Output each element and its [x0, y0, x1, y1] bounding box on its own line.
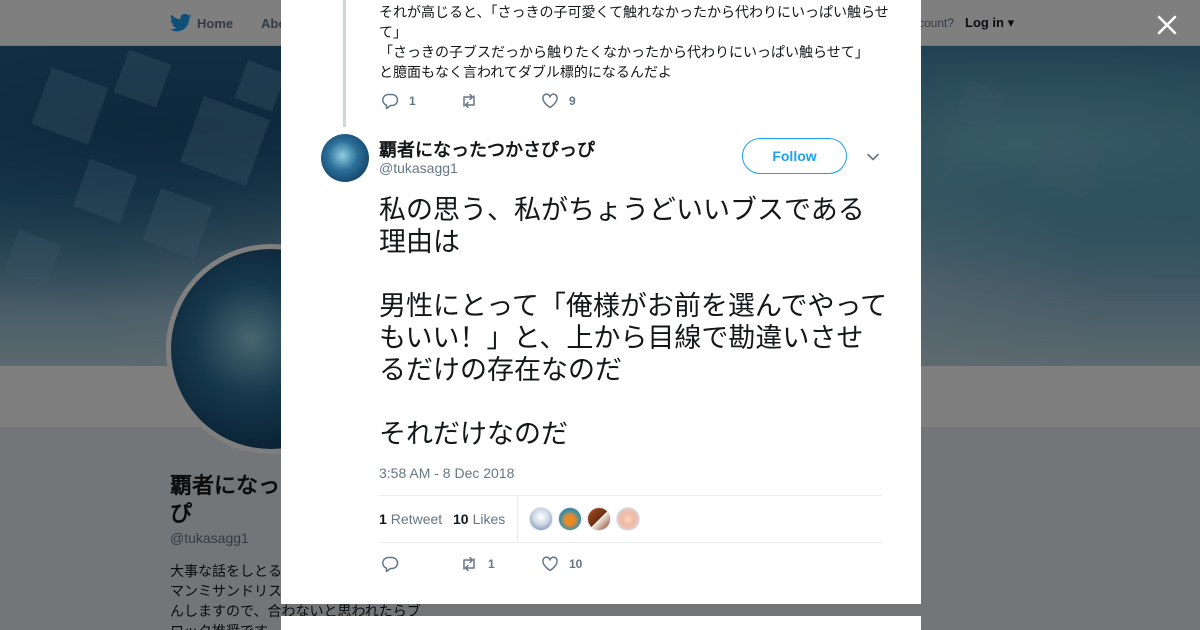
previous-reply-count: 1 — [409, 94, 416, 108]
previous-tweet-line: それが高じると、「さっきの子可愛くて触れなかったから代わりにいっぱい触らせて」 — [379, 4, 889, 40]
author-name[interactable]: 覇者になったつかさぴっぴ — [379, 136, 595, 162]
liker-avatar[interactable] — [587, 507, 611, 531]
previous-reply-button[interactable]: 1 — [381, 92, 416, 110]
reply-button[interactable] — [381, 555, 409, 573]
retweet-icon — [463, 556, 475, 572]
tweet-paragraph: それだけなのだ — [379, 419, 568, 449]
previous-like-button[interactable]: 9 — [541, 92, 576, 110]
previous-tweet-line: と臆面もなく言われてダブル標的になるんだよ — [379, 64, 672, 80]
thread-connector-line — [343, 0, 346, 127]
close-icon[interactable] — [1154, 12, 1180, 38]
retweets-stat[interactable]: 1 Retweet — [379, 511, 442, 527]
retweet-button[interactable]: 1 — [460, 555, 495, 573]
reply-icon — [382, 93, 399, 110]
tweet-stats: 1 Retweet 10 Likes — [379, 495, 882, 543]
stats-divider — [517, 496, 518, 542]
previous-retweet-button[interactable] — [460, 92, 488, 110]
liker-avatar[interactable] — [558, 507, 582, 531]
tweet-text: 私の思う、私がちょうどいいブスである理由は 男性にとって「俺様がお前を選んでやっ… — [379, 194, 889, 450]
like-count: 10 — [569, 557, 583, 571]
retweet-icon — [463, 93, 475, 109]
author-avatar[interactable] — [321, 134, 369, 182]
liker-avatar[interactable] — [529, 507, 553, 531]
heart-icon — [542, 556, 558, 572]
heart-icon — [542, 93, 558, 109]
likes-stat[interactable]: 10 Likes — [453, 511, 505, 527]
liker-avatar[interactable] — [616, 507, 640, 531]
previous-tweet-text: それが高じると、「さっきの子可愛くて触れなかったから代わりにいっぱい触らせて」 … — [379, 2, 889, 82]
reply-icon — [382, 556, 399, 573]
next-tweet-card — [281, 616, 921, 630]
retweets-label: Retweet — [390, 511, 443, 527]
likes-count: 10 — [453, 511, 469, 527]
tweet-modal: それが高じると、「さっきの子可愛くて触れなかったから代わりにいっぱい触らせて」 … — [281, 0, 921, 604]
author-handle[interactable]: @tukasagg1 — [379, 160, 458, 176]
previous-like-count: 9 — [569, 94, 576, 108]
tweet-timestamp[interactable]: 3:58 AM - 8 Dec 2018 — [379, 465, 514, 481]
retweet-count: 1 — [488, 557, 495, 571]
follow-button[interactable]: Follow — [742, 138, 847, 174]
likes-label: Likes — [472, 511, 506, 527]
previous-tweet-line: 「さっきの子ブスだっから触りたくなかったから代わりにいっぱい触らせて」 — [379, 44, 869, 60]
tweet-paragraph: 男性にとって「俺様がお前を選んでやってもいい！」と、上から目線で勘違いさせるだけ… — [379, 291, 888, 385]
retweets-count: 1 — [379, 511, 387, 527]
chevron-down-icon[interactable] — [865, 150, 881, 164]
tweet-paragraph: 私の思う、私がちょうどいいブスである理由は — [379, 195, 865, 257]
like-button[interactable]: 10 — [541, 555, 582, 573]
